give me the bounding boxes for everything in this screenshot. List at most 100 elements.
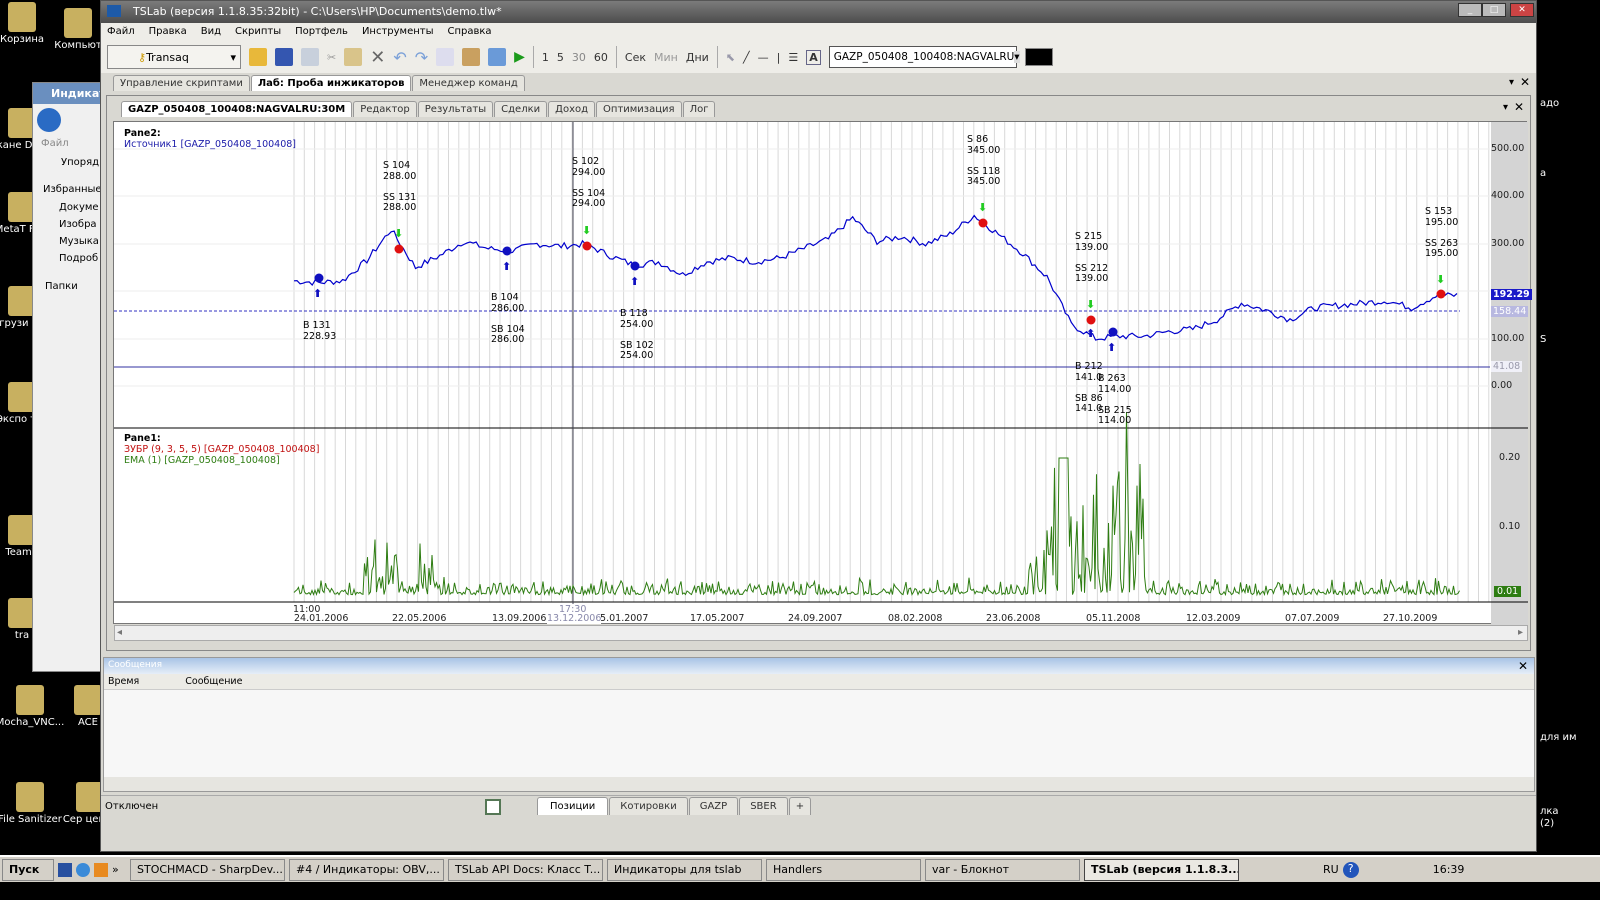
tab-positions[interactable]: Позиции (537, 797, 609, 815)
minimize-button[interactable]: _ (1458, 3, 1482, 17)
close-tab-icon[interactable]: ✕ (1520, 75, 1530, 89)
ie-icon[interactable] (76, 862, 90, 877)
close-messages-icon[interactable]: ✕ (1518, 659, 1528, 673)
fibo-tool-icon[interactable]: ☰ (788, 51, 798, 64)
media-icon[interactable] (94, 862, 108, 877)
explorer-item[interactable]: Подроб (33, 250, 106, 267)
menu-tools[interactable]: Инструменты (362, 26, 434, 38)
pin-icon[interactable]: ▾ (1503, 102, 1508, 113)
column-message[interactable]: Сообщение (185, 676, 242, 687)
connector-select[interactable]: ⚷ Transaq ▾ (107, 45, 241, 69)
interval-1[interactable]: 1 (542, 51, 549, 64)
menu-edit[interactable]: Правка (149, 26, 187, 38)
chart-area[interactable]: Pane2: Источник1 [GAZP_050408_100408] Pa… (113, 121, 1532, 641)
tab-commands[interactable]: Менеджер команд (412, 75, 525, 91)
menu-help[interactable]: Справка (448, 26, 492, 38)
messages-scrollbar[interactable] (104, 777, 1534, 791)
maximize-button[interactable]: □ (1482, 3, 1506, 17)
scheme-icon[interactable] (488, 48, 507, 66)
tab-results[interactable]: Результаты (417, 101, 494, 117)
line-tool-icon[interactable]: ╱ (743, 51, 750, 64)
taskbar: Пуск » STOCHMACD - SharpDev... #4 / Инди… (0, 855, 1600, 882)
sell-trade-label: S 153 195.00 SS 263 195.00 (1425, 206, 1459, 259)
play-icon[interactable]: ▶ (514, 49, 525, 65)
tab-scripts[interactable]: Управление скриптами (113, 75, 250, 91)
open-icon[interactable] (249, 48, 267, 66)
tab-log[interactable]: Лог (682, 101, 716, 117)
tab-chart[interactable]: GAZP_050408_100408:NAGVALRU:30M (121, 101, 353, 117)
language-indicator[interactable]: RU (1323, 863, 1339, 876)
tab-income[interactable]: Доход (548, 101, 596, 117)
title-bar[interactable]: TSLab (версия 1.1.8.35:32bit) - C:\Users… (101, 1, 1536, 23)
help-icon[interactable]: ? (1342, 861, 1359, 878)
explorer-item[interactable]: Музыка (33, 233, 106, 250)
explorer-item[interactable]: Изобра (33, 216, 106, 233)
menu-portfolio[interactable]: Портфель (295, 26, 348, 38)
redo-icon[interactable]: ↷ (415, 48, 428, 67)
menu-file[interactable]: Файл (107, 26, 135, 38)
save-icon[interactable] (275, 48, 293, 66)
start-button[interactable]: Пуск (2, 858, 54, 881)
explorer-item[interactable]: Докуме (33, 199, 106, 216)
scroll-left-icon[interactable]: ◂ (117, 627, 122, 638)
explorer-organize[interactable]: Упоряд (33, 153, 106, 172)
close-inner-icon[interactable]: ✕ (1514, 100, 1524, 114)
vline-tool-icon[interactable]: | (777, 51, 781, 64)
chart-icon[interactable] (462, 48, 481, 66)
unit-days[interactable]: Дни (686, 51, 709, 64)
symbol-select[interactable]: GAZP_050408_100408:NAGVALRU ▾ (828, 46, 1020, 68)
tab-quotes[interactable]: Котировки (609, 797, 688, 815)
undo-icon[interactable]: ↶ (393, 48, 406, 67)
interval-30[interactable]: 30 (572, 51, 586, 64)
chart-canvas[interactable] (114, 122, 1528, 625)
copy-icon[interactable] (301, 48, 319, 66)
explorer-menu-file[interactable]: Файл (33, 134, 106, 153)
task-handlers[interactable]: Handlers (766, 858, 921, 881)
price-tick: 300.00 (1491, 238, 1525, 249)
tslab-window[interactable]: TSLab (версия 1.1.8.35:32bit) - C:\Users… (100, 0, 1537, 852)
task-stochmacd[interactable]: STOCHMACD - SharpDev... (130, 858, 285, 881)
unit-sec[interactable]: Сек (625, 51, 646, 64)
cut-icon[interactable]: ✂ (327, 51, 336, 64)
cursor-icon[interactable]: ⬉ (726, 51, 735, 64)
sell-trade-label: S 102 294.00 SS 104 294.00 (572, 156, 606, 209)
tab-lab[interactable]: Лаб: Проба инжикаторов (250, 75, 412, 91)
text-tool-icon[interactable]: A (806, 49, 821, 65)
menu-view[interactable]: Вид (201, 26, 221, 38)
explorer-window[interactable]: Индикат Файл Упоряд Избранные Докуме Изо… (32, 82, 107, 672)
chevron-down-icon[interactable]: ▾ (1014, 51, 1020, 63)
task-notepad[interactable]: var - Блокнот (925, 858, 1080, 881)
hline-tool-icon[interactable]: — (758, 51, 769, 64)
delete-icon[interactable]: ✕ (370, 47, 385, 68)
horizontal-scrollbar[interactable]: ◂ ▸ (114, 625, 1528, 641)
unit-min[interactable]: Мин (654, 51, 678, 64)
pin-icon[interactable]: ▾ (1509, 77, 1514, 88)
paste-icon[interactable] (344, 48, 363, 66)
tab-trades[interactable]: Сделки (494, 101, 548, 117)
layout-icon[interactable] (485, 799, 501, 815)
interval-5[interactable]: 5 (557, 51, 564, 64)
chevron-down-icon[interactable]: ▾ (230, 51, 240, 64)
expand-icon[interactable]: » (112, 863, 126, 876)
task-indicators-ie[interactable]: #4 / Индикаторы: OBV,... (289, 858, 444, 881)
close-button[interactable]: ✕ (1510, 3, 1534, 17)
task-api-docs[interactable]: TSLab API Docs: Класс T... (448, 858, 603, 881)
color-picker[interactable] (1024, 48, 1053, 66)
sell-arrow-icon: ⬇ (1436, 273, 1446, 286)
explorer-nav[interactable] (33, 104, 106, 134)
task-indicators-folder[interactable]: Индикаторы для tslab (607, 858, 762, 881)
add-tab-button[interactable]: + (788, 797, 812, 815)
scroll-right-icon[interactable]: ▸ (1518, 627, 1523, 638)
show-desktop-icon[interactable] (58, 862, 72, 877)
column-time[interactable]: Время (108, 676, 139, 687)
tab-sber[interactable]: SBER (739, 797, 788, 815)
tab-editor[interactable]: Редактор (353, 101, 417, 117)
tab-gazp[interactable]: GAZP (688, 797, 739, 815)
properties-icon[interactable] (436, 48, 455, 66)
menu-scripts[interactable]: Скрипты (235, 26, 281, 38)
interval-60[interactable]: 60 (594, 51, 608, 64)
tab-optimization[interactable]: Оптимизация (596, 101, 682, 117)
back-icon[interactable] (37, 108, 61, 132)
task-tslab[interactable]: TSLab (версия 1.1.8.3... (1084, 858, 1239, 881)
indicator-badge: 0.01 (1494, 586, 1522, 597)
